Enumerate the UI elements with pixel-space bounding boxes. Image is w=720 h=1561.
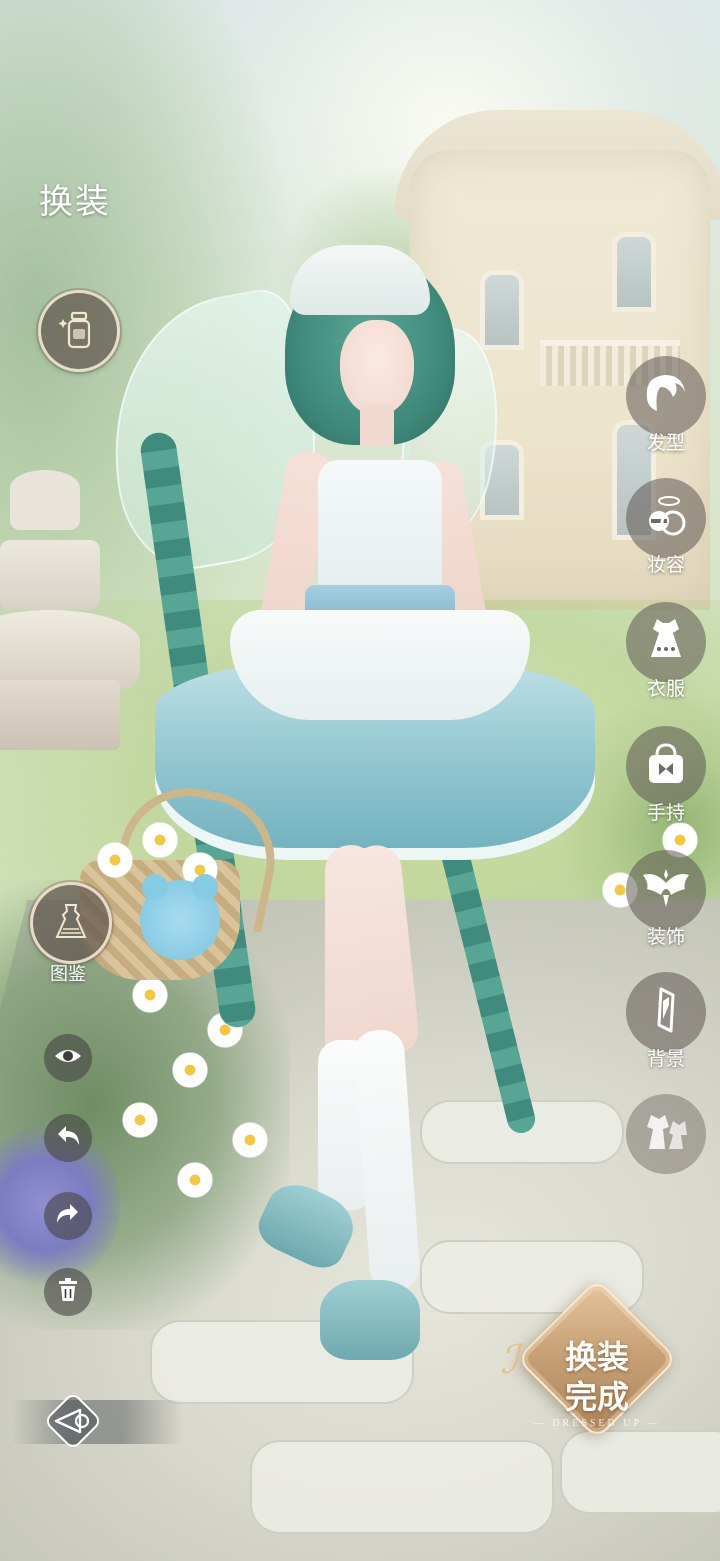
category-handheld-label: 手持 [646, 803, 685, 824]
category-makeup-button[interactable] [626, 478, 706, 558]
outfit-set-icon [639, 1105, 693, 1164]
eye-icon [53, 1041, 83, 1076]
trash-icon [53, 1275, 83, 1310]
cosmetic-button[interactable] [38, 290, 120, 372]
dress-icon [49, 899, 93, 948]
finish-button-swash: ℐ [500, 1337, 519, 1383]
handbag-icon [639, 737, 693, 796]
catalog-label: 图鉴 [50, 964, 86, 984]
teddy-bear-ear [192, 874, 218, 900]
fountain-base [0, 680, 120, 750]
dressed-up-finish-button[interactable]: ℐ 换装 完成 — DRESSED UP — [500, 1278, 680, 1442]
undo-button[interactable] [44, 1114, 92, 1162]
paving-stone [250, 1440, 554, 1534]
category-accessory-button[interactable] [626, 850, 706, 930]
fountain-middle-tier [0, 540, 100, 610]
category-clothing-label: 衣服 [646, 679, 685, 700]
undo-arrow-icon [53, 1121, 83, 1156]
dress-bodice [318, 460, 442, 590]
category-hair-button[interactable] [626, 356, 706, 436]
redo-button[interactable] [44, 1192, 92, 1240]
back-arrow-icon [36, 1384, 110, 1463]
hair-icon [639, 367, 693, 426]
flower-bonnet [290, 245, 430, 315]
fountain-top-tier [10, 470, 80, 530]
dress-apron [230, 610, 530, 720]
paving-stone [560, 1430, 720, 1514]
fountain-bowl [0, 610, 140, 690]
neck [360, 405, 394, 445]
redo-arrow-icon [53, 1199, 83, 1234]
category-makeup-label: 妆容 [646, 555, 685, 576]
category-background-button[interactable] [626, 972, 706, 1052]
daisy [95, 840, 135, 880]
back-button[interactable] [36, 1386, 110, 1460]
daisy [175, 1160, 215, 1200]
wings-icon [639, 861, 693, 920]
face [340, 320, 414, 416]
category-hair-label: 发型 [646, 433, 685, 454]
finish-button-line2: 完成 [564, 1378, 629, 1416]
hide-ui-button[interactable] [44, 1034, 92, 1082]
screen-title: 换装 [39, 183, 111, 221]
catalog-button[interactable] [30, 882, 112, 964]
daisy [140, 820, 180, 860]
mansion-window [612, 232, 656, 312]
teddy-bear-ear [142, 874, 168, 900]
lotion-bottle-icon [57, 307, 101, 356]
category-background-label: 背景 [646, 1049, 685, 1070]
background-icon [639, 983, 693, 1042]
dress-icon [639, 613, 693, 672]
daisy [170, 1050, 210, 1090]
shoe-right [320, 1280, 420, 1360]
game-screen: 换装 图鉴 发型 妆容 衣服 手持 装饰 背景 ℐ 换装 完成 — DRESSE… [0, 0, 720, 1561]
category-handheld-button[interactable] [626, 726, 706, 806]
makeup-icon [639, 489, 693, 548]
category-accessory-label: 装饰 [646, 927, 685, 948]
category-clothing-button[interactable] [626, 602, 706, 682]
delete-button[interactable] [44, 1268, 92, 1316]
daisy [130, 975, 170, 1015]
daisy [120, 1100, 160, 1140]
mansion-window [480, 270, 524, 350]
finish-button-subtitle: — DRESSED UP — [533, 1418, 661, 1429]
category-outfit-set-button[interactable] [626, 1094, 706, 1174]
daisy [230, 1120, 270, 1160]
